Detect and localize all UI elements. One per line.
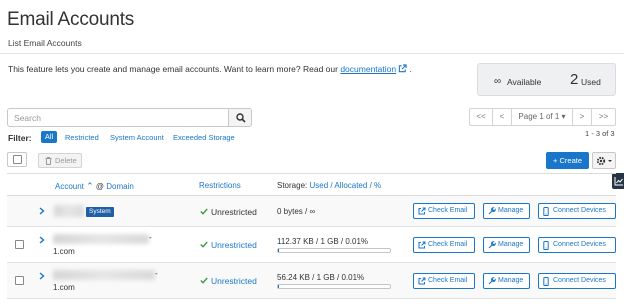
connect-devices-button[interactable]: Connect Devices xyxy=(538,203,616,219)
domain-dash: - xyxy=(155,269,158,278)
select-all-checkbox[interactable] xyxy=(13,155,22,164)
check-icon xyxy=(200,208,208,215)
create-button[interactable]: + Create xyxy=(546,152,589,169)
connect-devices-button[interactable]: Connect Devices xyxy=(538,237,616,253)
used-label: Used xyxy=(581,77,601,87)
system-badge: System xyxy=(86,207,114,217)
header-divider xyxy=(0,53,624,54)
manage-button[interactable]: Manage xyxy=(483,273,530,289)
gear-icon xyxy=(596,156,612,166)
table-row: - 1.com Unrestricted 112.37 KB / 1 GB / … xyxy=(7,227,616,263)
next-page-button[interactable]: > xyxy=(572,108,592,126)
manage-button[interactable]: Manage xyxy=(483,237,530,253)
page-title: Email Accounts xyxy=(7,9,135,30)
filter-all[interactable]: All xyxy=(41,131,57,143)
redacted-account xyxy=(53,270,155,280)
used-count: 2 xyxy=(570,71,579,88)
filter-system-account[interactable]: System Account xyxy=(110,133,164,142)
table-row: - 1.com Unrestricted 56.24 KB / 1 GB / 0… xyxy=(7,263,616,299)
storage-usage: 56.24 KB / 1 GB / 0.01% xyxy=(277,273,365,282)
last-page-button[interactable]: >> xyxy=(591,108,616,126)
select-all-dropdown[interactable] xyxy=(7,152,27,167)
mobile-icon xyxy=(543,241,549,250)
restriction-status: Unrestricted xyxy=(211,207,257,217)
search-placeholder: Search xyxy=(14,113,41,123)
sort-asc-icon[interactable]: ⌃ xyxy=(86,181,94,191)
check-email-button[interactable]: Check Email xyxy=(413,237,475,253)
mobile-icon xyxy=(543,277,549,286)
redacted-account xyxy=(53,234,149,244)
page-subtitle: List Email Accounts xyxy=(8,38,82,48)
external-link-icon xyxy=(418,241,426,249)
check-icon xyxy=(200,241,208,248)
search-button[interactable] xyxy=(228,108,252,127)
external-link-icon[interactable] xyxy=(398,64,407,73)
trash-icon xyxy=(45,157,52,165)
check-icon xyxy=(200,277,208,284)
expand-chevron-icon[interactable] xyxy=(39,272,45,280)
storage-header[interactable]: Storage: Used / Allocated / % xyxy=(277,181,381,190)
wrench-icon xyxy=(488,241,496,249)
delete-button[interactable]: Delete xyxy=(38,153,82,168)
external-link-icon xyxy=(418,207,426,215)
check-email-button[interactable]: Check Email xyxy=(413,203,475,219)
filter-label: Filter: xyxy=(8,133,32,143)
external-link-icon xyxy=(418,277,426,285)
table-top-border xyxy=(7,173,616,174)
chart-side-tab[interactable] xyxy=(612,173,624,189)
wrench-icon xyxy=(488,277,496,285)
plus-icon: + xyxy=(553,156,558,165)
table-row-system: System Unrestricted 0 bytes / ∞ Check Em… xyxy=(7,196,616,227)
connect-devices-button[interactable]: Connect Devices xyxy=(538,273,616,289)
page-select[interactable]: Page 1 of 1 ▾ xyxy=(511,108,573,126)
infinity-icon: ∞ xyxy=(494,76,502,87)
chart-icon xyxy=(614,177,623,186)
search-icon xyxy=(236,113,246,123)
first-page-button[interactable]: << xyxy=(469,108,493,126)
restrictions-header[interactable]: Restrictions xyxy=(199,181,241,190)
account-domain-header[interactable]: Account ⌃ @ Domain xyxy=(55,181,134,192)
storage-usage: 112.37 KB / 1 GB / 0.01% xyxy=(277,237,369,246)
redacted-account xyxy=(54,205,84,217)
prev-page-button[interactable]: < xyxy=(492,108,512,126)
description-text: This feature lets you create and manage … xyxy=(8,64,338,74)
domain-tail: 1.com xyxy=(53,247,75,256)
documentation-link[interactable]: documentation xyxy=(340,64,396,74)
filter-restricted[interactable]: Restricted xyxy=(65,133,99,142)
filter-exceeded-storage[interactable]: Exceeded Storage xyxy=(173,133,235,142)
storage-progress-bar xyxy=(277,284,391,289)
domain-dash: - xyxy=(149,233,152,242)
restriction-status-link[interactable]: Unrestricted xyxy=(211,240,257,250)
mobile-icon xyxy=(543,207,549,216)
expand-chevron-icon[interactable] xyxy=(39,236,45,244)
storage-progress-bar xyxy=(277,248,391,253)
results-count: 1 - 3 of 3 xyxy=(585,129,615,138)
restriction-status-link[interactable]: Unrestricted xyxy=(211,276,257,286)
row-checkbox[interactable] xyxy=(15,276,24,285)
description-suffix: . xyxy=(409,64,412,74)
feature-description: This feature lets you create and manage … xyxy=(8,64,412,74)
settings-dropdown-button[interactable] xyxy=(592,152,616,169)
expand-chevron-icon[interactable] xyxy=(39,207,45,215)
available-label: Available xyxy=(507,77,542,87)
check-email-button[interactable]: Check Email xyxy=(413,273,475,289)
domain-tail: 1.com xyxy=(53,283,75,292)
wrench-icon xyxy=(488,207,496,215)
storage-usage: 0 bytes / ∞ xyxy=(277,207,316,216)
account-stats-panel: ∞ Available 2 Used xyxy=(477,63,616,96)
manage-button[interactable]: Manage xyxy=(483,203,530,219)
row-checkbox[interactable] xyxy=(15,240,24,249)
search-input[interactable]: Search xyxy=(7,108,229,127)
